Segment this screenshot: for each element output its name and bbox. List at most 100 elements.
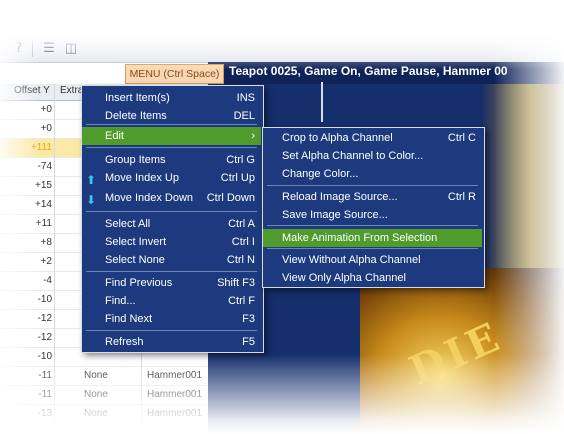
submenu-item-save-image-source[interactable]: Save Image Source...: [263, 206, 482, 224]
menu-item-label: View Without Alpha Channel: [282, 254, 421, 266]
menu-item-delete-items[interactable]: Delete Items DEL: [82, 107, 261, 125]
offset-y-cell: -11: [38, 370, 52, 381]
offset-y-cell: -11: [38, 389, 52, 400]
menu-item-label: Make Animation From Selection: [282, 232, 438, 244]
vertical-split-icon[interactable]: ◫: [62, 40, 80, 57]
menu-item-shortcut: Ctrl G: [226, 154, 255, 166]
menu-item-label: Edit: [105, 130, 124, 142]
offset-y-cell: -10: [37, 294, 52, 305]
extra-cell: None: [84, 408, 108, 419]
menu-item-label: Set Alpha Channel to Color...: [282, 150, 424, 162]
menu-item-label: Delete Items: [105, 110, 167, 122]
offset-y-cell: +15: [35, 180, 52, 191]
offset-y-cell: -10: [37, 351, 52, 362]
menu-item-move-index-up[interactable]: ⬆ Move Index Up Ctrl Up: [82, 169, 261, 187]
menu-item-label: Move Index Down: [105, 192, 194, 204]
column-header-extra[interactable]: Extra: [60, 85, 83, 96]
menu-separator: [86, 211, 257, 212]
menu-item-find-previous[interactable]: Find Previous Shift F3: [82, 274, 261, 292]
arrow-up-icon: ⬆: [86, 173, 97, 187]
menu-item-label: Crop to Alpha Channel: [282, 132, 393, 144]
name-cell: Hammer001: [147, 370, 203, 381]
menu-item-label: Find...: [105, 295, 136, 307]
menu-item-find[interactable]: Find... Ctrl F: [82, 292, 261, 310]
arrow-down-icon: ⬇: [86, 193, 97, 207]
submenu-item-reload-image-source[interactable]: Reload Image Source... Ctrl R: [263, 188, 482, 206]
submenu-item-view-without-alpha[interactable]: View Without Alpha Channel: [263, 251, 482, 269]
menu-item-select-invert[interactable]: Select Invert Ctrl I: [82, 233, 261, 251]
menu-separator: [86, 271, 257, 272]
offset-y-cell: -12: [37, 332, 52, 343]
menu-item-label: Reload Image Source...: [282, 191, 398, 203]
menu-item-insert-items[interactable]: Insert Item(s) INS: [82, 89, 261, 107]
name-cell: Hammer001: [147, 389, 203, 400]
menu-separator: [267, 248, 478, 249]
menu-item-label: View Only Alpha Channel: [282, 272, 406, 284]
edit-submenu: Crop to Alpha Channel Ctrl C Set Alpha Cha…: [262, 127, 485, 288]
horizontal-split-icon[interactable]: ☰: [40, 40, 58, 57]
menu-item-shortcut: Ctrl Down: [206, 192, 255, 204]
menu-item-label: Select All: [105, 218, 151, 230]
submenu-item-change-color[interactable]: Change Color...: [263, 165, 482, 183]
submenu-item-crop-to-alpha[interactable]: Crop to Alpha Channel Ctrl C: [263, 129, 482, 147]
offset-y-cell: +111: [30, 142, 52, 153]
menu-item-find-next[interactable]: Find Next F3: [82, 310, 261, 328]
menu-item-shortcut: Ctrl A: [228, 218, 255, 230]
name-cell: Hammer001: [147, 408, 203, 419]
menu-item-label: Change Color...: [282, 168, 359, 180]
offset-y-cell: -13: [37, 408, 52, 419]
offset-y-cell: -12: [37, 313, 52, 324]
submenu-item-set-alpha-to-color[interactable]: Set Alpha Channel to Color...: [263, 147, 482, 165]
menu-item-select-none[interactable]: Select None Ctrl N: [82, 251, 261, 269]
table-row[interactable]: -13 None Hammer001: [0, 405, 210, 424]
menu-item-label: Select Invert: [105, 236, 167, 248]
menu-separator: [86, 147, 257, 148]
help-icon[interactable]: ?: [10, 40, 28, 57]
extra-cell: None: [84, 370, 108, 381]
menu-item-label: Find Previous: [105, 277, 173, 289]
table-row[interactable]: -11 None Hammer001: [0, 367, 210, 386]
menu-item-label: Insert Item(s): [105, 92, 170, 104]
menu-item-shortcut: Ctrl C: [447, 132, 476, 144]
menu-item-shortcut: Ctrl Up: [220, 172, 255, 184]
menu-item-select-all[interactable]: Select All Ctrl A: [82, 215, 261, 233]
offset-y-cell: +11: [35, 218, 52, 229]
background-artwork: [482, 84, 564, 280]
offset-y-cell: +0: [40, 104, 52, 115]
menu-item-group-items[interactable]: Group Items Ctrl G: [82, 151, 261, 169]
submenu-arrow-icon: ›: [251, 130, 255, 142]
offset-y-cell: +0: [40, 123, 52, 134]
table-row[interactable]: -11 None Hammer001: [0, 386, 210, 405]
extra-cell: None: [84, 389, 108, 400]
menu-item-shortcut: Shift F3: [217, 277, 255, 289]
context-menu: Insert Item(s) INS Delete Items DEL Edit › Gro…: [81, 85, 264, 353]
menu-item-shortcut: F5: [242, 336, 255, 348]
menu-item-label: Save Image Source...: [282, 209, 388, 221]
menu-item-move-index-down[interactable]: ⬇ Move Index Down Ctrl Down: [82, 189, 261, 207]
menu-button[interactable]: MENU (Ctrl Space): [125, 64, 224, 84]
submenu-item-view-only-alpha[interactable]: View Only Alpha Channel: [263, 269, 482, 287]
menu-separator: [267, 185, 478, 186]
menu-item-shortcut: DEL: [233, 110, 255, 122]
menu-item-label: Select None: [105, 254, 165, 266]
menu-item-label: Move Index Up: [105, 172, 179, 184]
offset-y-cell: +14: [35, 199, 52, 210]
toolbar-separator: [32, 41, 33, 57]
frame-marker: [321, 82, 323, 122]
toolbar: ? ☰ ◫: [0, 36, 564, 63]
menu-item-label: Refresh: [105, 336, 144, 348]
submenu-item-make-animation[interactable]: Make Animation From Selection: [263, 229, 482, 247]
menu-item-shortcut: Ctrl F: [228, 295, 255, 307]
app-window: ? ☰ ◫ Offset Y Extra +0 +0 +111 -74 +15 +14 +1…: [0, 0, 564, 434]
menu-item-edit[interactable]: Edit ›: [82, 127, 261, 145]
menu-separator: [86, 330, 257, 331]
offset-y-cell: +2: [40, 256, 52, 267]
menu-item-shortcut: Ctrl R: [447, 191, 476, 203]
menu-item-shortcut: Ctrl I: [231, 236, 255, 248]
column-header-offset-y[interactable]: Offset Y: [14, 85, 50, 96]
offset-y-cell: +8: [40, 237, 52, 248]
animation-title: Teapot 0025, Game On, Game Pause, Hammer…: [229, 64, 508, 78]
offset-y-cell: -74: [37, 161, 52, 172]
column-divider: [54, 84, 55, 434]
menu-item-refresh[interactable]: Refresh F5: [82, 333, 261, 351]
